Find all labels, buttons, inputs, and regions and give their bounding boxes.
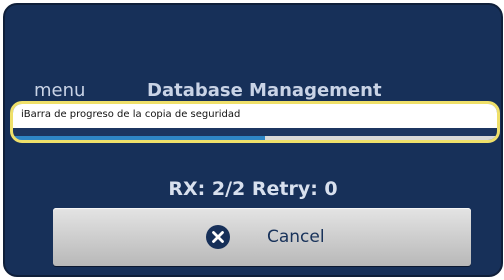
progress-label: iBarra de progreso de la copia de seguri… xyxy=(21,109,241,120)
menu-button[interactable]: menu xyxy=(34,79,85,103)
progress-fill xyxy=(13,136,265,140)
cancel-label: Cancel xyxy=(267,227,325,247)
page-title: Database Management xyxy=(147,80,382,101)
backup-progress-bar: iBarra de progreso de la copia de seguri… xyxy=(10,101,500,143)
progress-label-box: iBarra de progreso de la copia de seguri… xyxy=(13,104,497,128)
cancel-button[interactable]: Cancel xyxy=(53,208,471,266)
progress-track xyxy=(13,136,497,140)
status-text: RX: 2/2 Retry: 0 xyxy=(168,178,338,200)
close-icon xyxy=(206,225,230,249)
dialog-panel: menu Database Management iBarra de progr… xyxy=(3,3,503,277)
